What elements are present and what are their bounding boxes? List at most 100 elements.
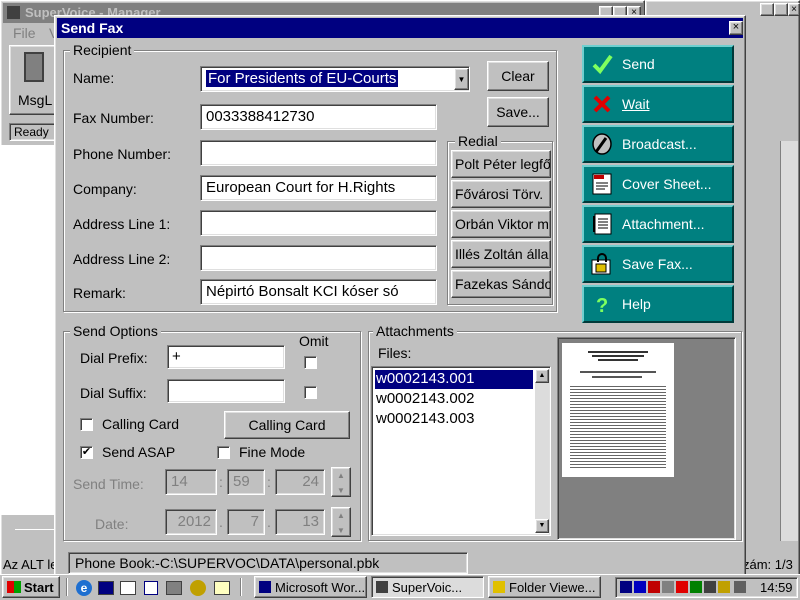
bgr-close-button[interactable]: × [788,3,800,16]
word-task-icon [259,581,271,593]
desktop-icon[interactable] [98,581,114,595]
company-field[interactable]: European Court for H.Rights [200,175,437,201]
time-sep-2: : [267,474,271,490]
phone-number-field[interactable] [200,140,437,166]
bg-scrollbar[interactable] [15,529,57,543]
send-asap-checkbox[interactable]: ✔ [80,446,93,459]
task-folder-viewer[interactable]: Folder Viewe... [488,576,601,598]
folder-task-icon [493,581,505,593]
speaker-icon[interactable] [734,581,746,593]
bg-status-ready: Ready [9,123,57,141]
save-fax-icon [590,252,614,276]
omit-prefix-checkbox[interactable] [304,356,317,369]
tray-icon-5[interactable] [676,581,688,593]
tray-icon-7[interactable] [704,581,716,593]
cover-sheet-icon [590,172,614,196]
bgr-maximize-button[interactable] [774,3,788,16]
send-options-group-label: Send Options [70,323,161,339]
tools-icon[interactable] [190,580,206,596]
task-supervoice[interactable]: SuperVoic... [371,576,484,598]
address-line-1-field[interactable] [200,210,437,236]
bg-menu-file[interactable]: File [13,25,36,41]
bgr-minimize-button[interactable] [760,3,774,16]
bg-msgl-tool-button[interactable]: MsgL [9,45,57,115]
files-scrollbar[interactable]: ▲ ▼ [535,369,549,533]
word-icon[interactable] [144,581,158,595]
calling-card-checkbox[interactable] [80,418,93,431]
time-down-icon[interactable]: ▼ [332,483,350,498]
remark-field[interactable]: Népirtó Bonsalt KCI kóser só [200,279,437,305]
wait-button[interactable]: Wait [582,85,734,123]
date-sep-1: . [219,514,223,530]
tray-icon-8[interactable] [718,581,730,593]
start-label: Start [24,579,54,595]
broadcast-button[interactable]: Broadcast... [582,125,734,163]
redial-item-4[interactable]: Illés Zoltán álla [451,240,551,268]
x-icon [590,92,614,116]
fax-number-field[interactable]: 0033388412730 [200,104,437,130]
start-button[interactable]: Start [2,576,60,598]
bg-list-area [1,145,57,515]
date-year[interactable]: 2012 [165,509,217,535]
help-button[interactable]: ? Help [582,285,734,323]
calling-card-button[interactable]: Calling Card [224,411,350,439]
date-spinner[interactable]: ▲ ▼ [331,507,351,537]
tray-icon-6[interactable] [690,581,702,593]
wait-label: Wait [622,96,650,112]
date-label: Date: [95,516,129,532]
file-item-2[interactable]: w0002143.002 [375,390,533,409]
name-label: Name: [73,70,115,86]
redial-item-3[interactable]: Orbán Viktor m [451,210,551,238]
attachment-button[interactable]: Attachment... [582,205,734,243]
redial-item-2[interactable]: Fővárosi Törv. [451,180,551,208]
scroll-up-icon[interactable]: ▲ [535,369,549,383]
ie-icon[interactable]: e [76,580,92,596]
clear-button[interactable]: Clear [487,61,549,91]
cover-sheet-button[interactable]: Cover Sheet... [582,165,734,203]
fine-mode-checkbox[interactable] [217,446,230,459]
bgr-scroll-track[interactable] [780,141,798,541]
task-microsoft-word[interactable]: Microsoft Wor... [254,576,367,598]
save-fax-button[interactable]: Save Fax... [582,245,734,283]
tray-icon-2[interactable] [634,581,646,593]
redial-item-1[interactable]: Polt Péter legfő [451,150,551,178]
help-label: Help [622,296,651,312]
time-spinner[interactable]: ▲ ▼ [331,467,351,497]
attachment-icon [590,212,614,236]
files-list[interactable]: w0002143.001 w0002143.002 w0002143.003 ▲… [371,366,551,536]
outlook-icon[interactable] [120,581,136,595]
fax-page-thumbnail [562,343,674,477]
name-combobox[interactable]: For Presidents of EU-Courts [200,66,470,92]
clock[interactable]: 14:59 [760,580,793,595]
save-button[interactable]: Save... [487,97,549,127]
tray-icon-1[interactable] [620,581,632,593]
redial-item-5[interactable]: Fazekas Sándo [451,270,551,298]
file-item-3[interactable]: w0002143.003 [375,410,533,429]
name-dropdown-button[interactable]: ▼ [454,68,469,90]
phonebook-status-bar: Phone Book:-C:\SUPERVOC\DATA\personal.pb… [68,552,468,574]
dialog-close-button[interactable]: × [729,21,743,35]
tray-icon-3[interactable] [648,581,660,593]
omit-suffix-checkbox[interactable] [304,386,317,399]
send-button[interactable]: Send [582,45,734,83]
date-day[interactable]: 13 [275,509,325,535]
notepad-icon[interactable] [214,581,230,595]
send-time-minute[interactable]: 59 [227,469,265,495]
date-down-icon[interactable]: ▼ [332,523,350,538]
send-time-second[interactable]: 24 [275,469,325,495]
svg-text:?: ? [596,295,608,315]
recipient-group-label: Recipient [70,42,135,58]
dial-suffix-field[interactable] [167,379,285,403]
send-asap-label: Send ASAP [102,444,176,460]
address-line-2-field[interactable] [200,245,437,271]
date-up-icon[interactable]: ▲ [332,508,350,523]
tray-icon-4[interactable] [662,581,674,593]
name-value: For Presidents of EU-Courts [206,70,399,87]
scroll-down-icon[interactable]: ▼ [535,519,549,533]
dial-prefix-field[interactable]: + [167,345,285,369]
explorer-icon[interactable] [166,581,182,595]
file-item-1[interactable]: w0002143.001 [375,370,533,389]
time-up-icon[interactable]: ▲ [332,468,350,483]
send-time-hour[interactable]: 14 [165,469,217,495]
date-month[interactable]: 7 [227,509,265,535]
